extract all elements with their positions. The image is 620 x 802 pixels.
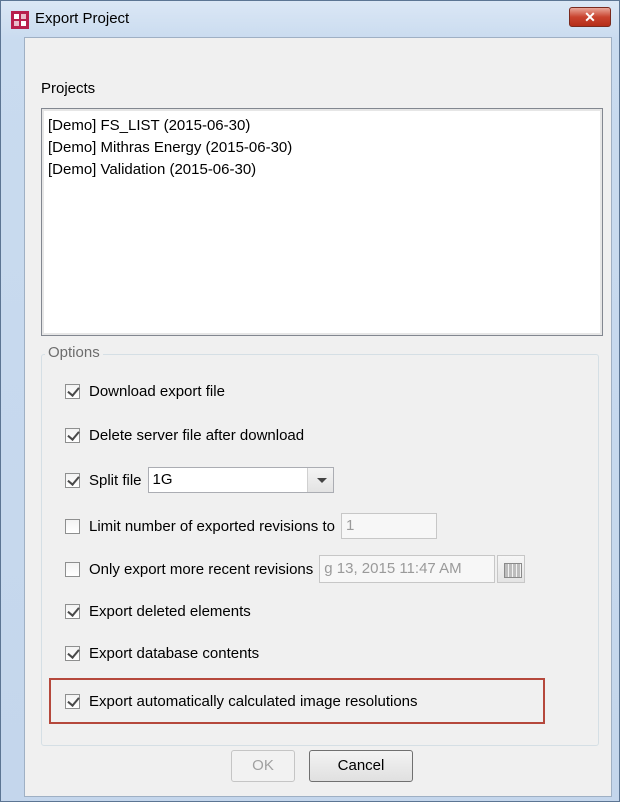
- export-image-res-label: Export automatically calculated image re…: [89, 692, 418, 710]
- split-size-select[interactable]: 1G: [147, 467, 334, 493]
- export-deleted-checkbox[interactable]: [65, 603, 80, 619]
- export-deleted-label: Export deleted elements: [89, 602, 251, 620]
- export-project-dialog: Export Project ✕ Projects [Demo] FS_LIST…: [0, 0, 620, 802]
- delete-server-file-label: Delete server file after download: [89, 426, 305, 444]
- export-db-label: Export database contents: [89, 644, 260, 662]
- split-file-option[interactable]: Split file 1G: [65, 466, 334, 494]
- delete-server-file-checkbox[interactable]: [65, 427, 80, 443]
- limit-revisions-checkbox[interactable]: [65, 518, 80, 534]
- recent-revisions-checkbox[interactable]: [65, 561, 80, 577]
- export-image-res-checkbox[interactable]: [65, 693, 80, 709]
- limit-revisions-option[interactable]: Limit number of exported revisions to 1: [65, 512, 437, 540]
- projects-list[interactable]: [Demo] FS_LIST (2015-06-30) [Demo] Mithr…: [41, 108, 603, 336]
- download-export-option[interactable]: Download export file: [65, 380, 225, 402]
- revision-count-input[interactable]: 1: [340, 513, 437, 539]
- export-deleted-option[interactable]: Export deleted elements: [65, 600, 251, 622]
- chevron-down-icon[interactable]: [306, 468, 333, 492]
- download-export-checkbox[interactable]: [65, 383, 80, 399]
- calendar-icon[interactable]: [497, 555, 526, 583]
- title-bar[interactable]: Export Project ✕: [1, 1, 619, 37]
- export-db-checkbox[interactable]: [65, 645, 80, 661]
- split-size-value: 1G: [152, 471, 173, 488]
- close-icon: ✕: [584, 9, 596, 25]
- split-file-checkbox[interactable]: [65, 472, 80, 488]
- ok-button[interactable]: OK: [231, 750, 295, 782]
- window-title: Export Project: [35, 10, 130, 27]
- dialog-body: Projects [Demo] FS_LIST (2015-06-30) [De…: [24, 37, 612, 797]
- project-item[interactable]: [Demo] Validation (2015-06-30): [46, 159, 598, 181]
- export-db-option[interactable]: Export database contents: [65, 642, 259, 664]
- recent-revisions-label: Only export more recent revisions: [89, 560, 314, 578]
- limit-revisions-label: Limit number of exported revisions to: [89, 517, 335, 535]
- close-button[interactable]: ✕: [569, 7, 611, 27]
- project-item[interactable]: [Demo] FS_LIST (2015-06-30): [46, 115, 598, 137]
- recent-revisions-option[interactable]: Only export more recent revisions g 13, …: [65, 554, 526, 584]
- app-icon: [11, 11, 29, 29]
- delete-server-file-option[interactable]: Delete server file after download: [65, 424, 304, 446]
- split-file-label: Split file: [89, 471, 142, 489]
- export-image-res-option[interactable]: Export automatically calculated image re…: [65, 690, 418, 712]
- cancel-button[interactable]: Cancel: [309, 750, 413, 782]
- project-item[interactable]: [Demo] Mithras Energy (2015-06-30): [46, 137, 598, 159]
- download-export-label: Download export file: [89, 382, 225, 400]
- projects-label: Projects: [41, 80, 96, 97]
- options-legend: Options: [45, 344, 103, 361]
- revision-date-input[interactable]: g 13, 2015 11:47 AM: [319, 555, 496, 583]
